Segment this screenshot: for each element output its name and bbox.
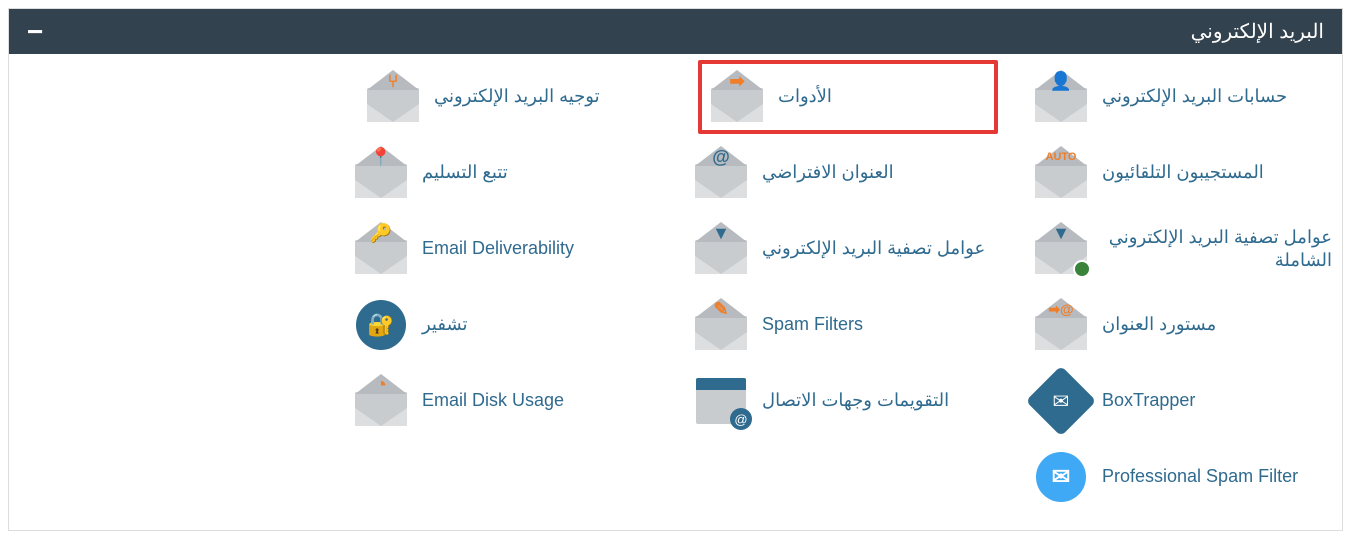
calendar-icon: @ (692, 376, 750, 426)
email-filters-label: عوامل تصفية البريد الإلكتروني (762, 237, 985, 260)
autoresponders-item[interactable]: المستجيبون التلقائيون AUTO (1032, 148, 1332, 198)
panel-title: البريد الإلكتروني (1191, 19, 1324, 44)
tools-item[interactable]: الأدوات ➡ (698, 60, 998, 134)
row-4: مستورد العنوان @➡ Spam Filters ✎ تشفير 🔐 (19, 300, 1332, 350)
deliverability-label: Email Deliverability (422, 237, 574, 260)
tools-label: الأدوات (778, 85, 832, 108)
row-1: حسابات البريد الإلكتروني 👤 الأدوات ➡ توج… (19, 72, 1332, 122)
address-importer-item[interactable]: مستورد العنوان @➡ (1032, 300, 1332, 350)
key-icon: 🔑 (352, 224, 410, 274)
forward-item[interactable]: توجيه البريد الإلكتروني ⑂ (364, 72, 664, 122)
auto-icon: AUTO (1032, 148, 1090, 198)
deliverability-item[interactable]: Email Deliverability 🔑 (352, 224, 652, 274)
track-delivery-item[interactable]: تتبع التسليم 📍 (352, 148, 652, 198)
row-2: المستجيبون التلقائيون AUTO العنوان الافت… (19, 148, 1332, 198)
boxtrapper-icon: ✉ (1032, 376, 1090, 426)
fork-icon: ⑂ (364, 72, 422, 122)
spam-filters-label: Spam Filters (762, 313, 863, 336)
default-address-item[interactable]: العنوان الافتراضي @ (692, 148, 992, 198)
encryption-item[interactable]: تشفير 🔐 (352, 300, 652, 350)
boxtrapper-label: BoxTrapper (1102, 389, 1195, 412)
calendars-item[interactable]: التقويمات وجهات الاتصال @ (692, 376, 992, 426)
pen-icon: ✎ (692, 300, 750, 350)
pro-spam-label: Professional Spam Filter (1102, 465, 1298, 488)
at-arrow-icon: @➡ (1032, 300, 1090, 350)
arrow-right-icon: ➡ (708, 72, 766, 122)
autoresponders-label: المستجيبون التلقائيون (1102, 161, 1264, 184)
encryption-label: تشفير (422, 313, 468, 336)
pro-spam-item[interactable]: Professional Spam Filter ✉ (1032, 452, 1332, 502)
calendars-label: التقويمات وجهات الاتصال (762, 389, 949, 412)
global-filters-label: عوامل تصفية البريد الإلكتروني الشاملة (1102, 226, 1332, 273)
pie-chart-icon: ◔ (352, 376, 410, 426)
email-grid: حسابات البريد الإلكتروني 👤 الأدوات ➡ توج… (19, 72, 1332, 502)
panel-body: حسابات البريد الإلكتروني 👤 الأدوات ➡ توج… (9, 54, 1342, 530)
email-accounts-item[interactable]: حسابات البريد الإلكتروني 👤 (1032, 72, 1332, 122)
forward-label: توجيه البريد الإلكتروني (434, 85, 600, 108)
funnel-icon: ▼ (692, 224, 750, 274)
spam-filters-item[interactable]: Spam Filters ✎ (692, 300, 992, 350)
panel-header: البريد الإلكتروني − (9, 9, 1342, 54)
email-filters-item[interactable]: عوامل تصفية البريد الإلكتروني ▼ (692, 224, 992, 274)
address-importer-label: مستورد العنوان (1102, 313, 1216, 336)
at-icon: @ (692, 148, 750, 198)
pro-spam-icon: ✉ (1032, 452, 1090, 502)
disk-usage-item[interactable]: Email Disk Usage ◔ (352, 376, 652, 426)
encryption-icon: 🔐 (352, 300, 410, 350)
track-delivery-label: تتبع التسليم (422, 161, 508, 184)
default-address-label: العنوان الافتراضي (762, 161, 894, 184)
row-5: BoxTrapper ✉ التقويمات وجهات الاتصال @ E… (19, 376, 1332, 426)
row-3: عوامل تصفية البريد الإلكتروني الشاملة ▼ … (19, 224, 1332, 274)
row-6: Professional Spam Filter ✉ (19, 452, 1332, 502)
collapse-button[interactable]: − (27, 27, 43, 37)
boxtrapper-item[interactable]: BoxTrapper ✉ (1032, 376, 1332, 426)
pin-icon: 📍 (352, 148, 410, 198)
email-panel: البريد الإلكتروني − حسابات البريد الإلكت… (8, 8, 1343, 531)
email-accounts-icon: 👤 (1032, 72, 1090, 122)
disk-usage-label: Email Disk Usage (422, 389, 564, 412)
funnel-globe-icon: ▼ (1032, 224, 1090, 274)
email-accounts-label: حسابات البريد الإلكتروني (1102, 85, 1287, 108)
global-filters-item[interactable]: عوامل تصفية البريد الإلكتروني الشاملة ▼ (1032, 224, 1332, 274)
